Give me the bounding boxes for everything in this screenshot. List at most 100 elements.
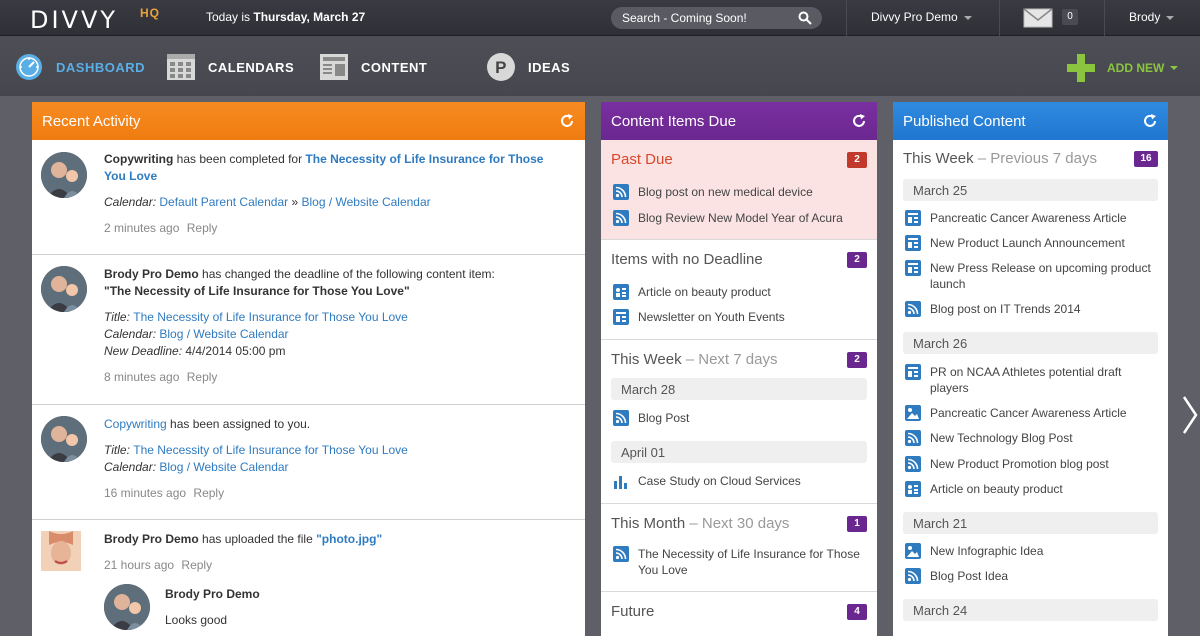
content-item[interactable]: New Infographic Idea [905, 543, 1160, 559]
activity-time: 16 minutes ago [104, 486, 187, 500]
mail-icon[interactable] [1023, 8, 1053, 28]
activity-entry: Brody Pro Demo has changed the deadline … [32, 255, 585, 405]
content-item[interactable]: Blog Post [613, 410, 869, 426]
content-item-link[interactable]: The Necessity of Life Insurance for Thos… [133, 443, 408, 457]
content-item-label: New Press Release on upcoming product la… [930, 261, 1151, 291]
newsletter-icon [905, 210, 921, 226]
activity-time: 2 minutes ago [104, 221, 180, 235]
newsletter-icon [905, 235, 921, 251]
calendar-link[interactable]: Blog / Website Calendar [159, 327, 288, 341]
content-item[interactable]: New Product Launch Announcement [905, 235, 1160, 251]
logo-suffix: HQ [140, 6, 160, 20]
rss-icon [905, 568, 921, 584]
avatar [41, 416, 87, 462]
logo[interactable]: DIVVY [30, 6, 118, 34]
content-item[interactable]: Blog Post Idea [905, 568, 1160, 584]
nav-dashboard[interactable]: DASHBOARD [14, 52, 145, 82]
content-item[interactable]: Article on beauty product [905, 481, 1160, 497]
section-title-sub: – Next 7 days [681, 351, 778, 368]
section-title-main: This Month [611, 515, 686, 532]
mail-count-badge: 0 [1062, 9, 1078, 25]
content-item-label: Blog post on new medical device [638, 185, 813, 199]
content-item[interactable]: Newsletter on Youth Events [613, 309, 869, 325]
account-menu[interactable]: Divvy Pro Demo [871, 10, 972, 24]
content-item[interactable]: Pancreatic Cancer Awareness Article [905, 405, 1160, 421]
content-icon [320, 54, 348, 80]
nav-ideas-label: IDEAS [528, 59, 571, 75]
activity-text: Brody Pro Demo has uploaded the file "ph… [104, 531, 565, 574]
content-item[interactable]: Blog post on IT Trends 2014 [905, 301, 1160, 317]
content-item-label: Blog post on IT Trends 2014 [930, 302, 1081, 316]
file-thumbnail[interactable] [41, 531, 81, 571]
activity-action: has uploaded the file [198, 532, 317, 546]
content-item-label: Pancreatic Cancer Awareness Article [930, 406, 1127, 420]
content-item[interactable]: Pancreatic Cancer Awareness Article [905, 210, 1160, 226]
reply-link[interactable]: Reply [193, 486, 224, 500]
calendar-link[interactable]: Blog / Website Calendar [159, 460, 288, 474]
published-content-panel: Published Content This Week – Previous 7… [893, 102, 1168, 636]
content-item[interactable]: Blog Review New Model Year of Acura [613, 210, 869, 226]
content-item[interactable]: Blog post on new medical device [613, 184, 869, 200]
section-title: This Week – Next 7 days [611, 351, 777, 368]
comment-avatar [104, 584, 150, 630]
content-item[interactable]: New Product Promotion blog post [905, 456, 1160, 472]
date-group-header: March 24 [903, 599, 1158, 621]
content-item[interactable]: PR on NCAA Athletes potential draft play… [905, 364, 1160, 396]
content-item-link[interactable]: The Necessity of Life Insurance for Thos… [133, 310, 408, 324]
nav-calendars[interactable]: CALENDARS [166, 52, 294, 82]
date-group-header: March 26 [903, 332, 1158, 354]
activity-text: Brody Pro Demo has changed the deadline … [104, 266, 565, 386]
file-link[interactable]: "photo.jpg" [316, 532, 382, 546]
image-icon [905, 405, 921, 421]
avatar [41, 152, 87, 198]
count-badge: 4 [847, 604, 867, 620]
content-item[interactable]: Article on beauty product [613, 284, 869, 300]
nav-content[interactable]: CONTENT [319, 52, 427, 82]
divider [1104, 0, 1105, 36]
panel-title: Content Items Due [611, 113, 737, 130]
refresh-icon[interactable] [559, 113, 575, 129]
nav-ideas[interactable]: P IDEAS [486, 52, 570, 82]
recent-activity-header: Recent Activity [32, 102, 585, 140]
content-item-label: New Infographic Idea [930, 544, 1044, 558]
content-item-quote: "The Necessity of Life Insurance for Tho… [104, 284, 410, 298]
published-header: Published Content [893, 102, 1168, 140]
count-badge: 16 [1134, 151, 1158, 167]
content-item[interactable]: New Technology Blog Post [905, 430, 1160, 446]
refresh-icon[interactable] [1142, 113, 1158, 129]
no-deadline-section: Items with no Deadline 2 Article on beau… [601, 240, 877, 340]
refresh-icon[interactable] [851, 113, 867, 129]
date-group-header: March 25 [903, 179, 1158, 201]
reply-link[interactable]: Reply [187, 370, 218, 384]
content-item[interactable]: The Necessity of Life Insurance for Thos… [613, 546, 869, 578]
content-item-label: Article on beauty product [638, 285, 771, 299]
dashboard-icon [16, 54, 42, 80]
content-due-header: Content Items Due [601, 102, 877, 140]
newsletter-icon [613, 309, 629, 325]
content-item[interactable]: Case Study on Cloud Services [613, 473, 869, 489]
reply-link[interactable]: Reply [187, 221, 218, 235]
calendar-label: Calendar: [104, 460, 160, 474]
reply-link[interactable]: Reply [181, 558, 212, 572]
calendar-link[interactable]: Default Parent Calendar [159, 195, 288, 209]
count-badge: 2 [847, 352, 867, 368]
add-new-button[interactable]: ADD NEW [1065, 52, 1179, 84]
article-icon [905, 481, 921, 497]
content-item-label: Pancreatic Cancer Awareness Article [930, 211, 1127, 225]
activity-entry: Copywriting has been completed for The N… [32, 140, 585, 255]
search-input[interactable]: Search - Coming Soon! [611, 7, 822, 29]
activity-actor-link[interactable]: Copywriting [104, 417, 167, 431]
content-item-label: Blog Review New Model Year of Acura [638, 211, 843, 225]
section-title-main: This Week [903, 150, 974, 167]
user-menu[interactable]: Brody [1129, 10, 1175, 24]
nav-dashboard-label: DASHBOARD [56, 59, 145, 75]
chevron-right-icon[interactable] [1182, 395, 1198, 435]
activity-text: Copywriting has been assigned to you. Ti… [104, 416, 565, 502]
calendar-link[interactable]: Blog / Website Calendar [301, 195, 430, 209]
section-title: Future [611, 603, 655, 620]
plus-icon [1067, 54, 1095, 82]
content-item[interactable]: New Press Release on upcoming product la… [905, 260, 1160, 292]
chevron-down-icon [963, 15, 972, 20]
search-icon[interactable] [798, 11, 812, 25]
section-title: This Week – Previous 7 days [903, 150, 1097, 167]
